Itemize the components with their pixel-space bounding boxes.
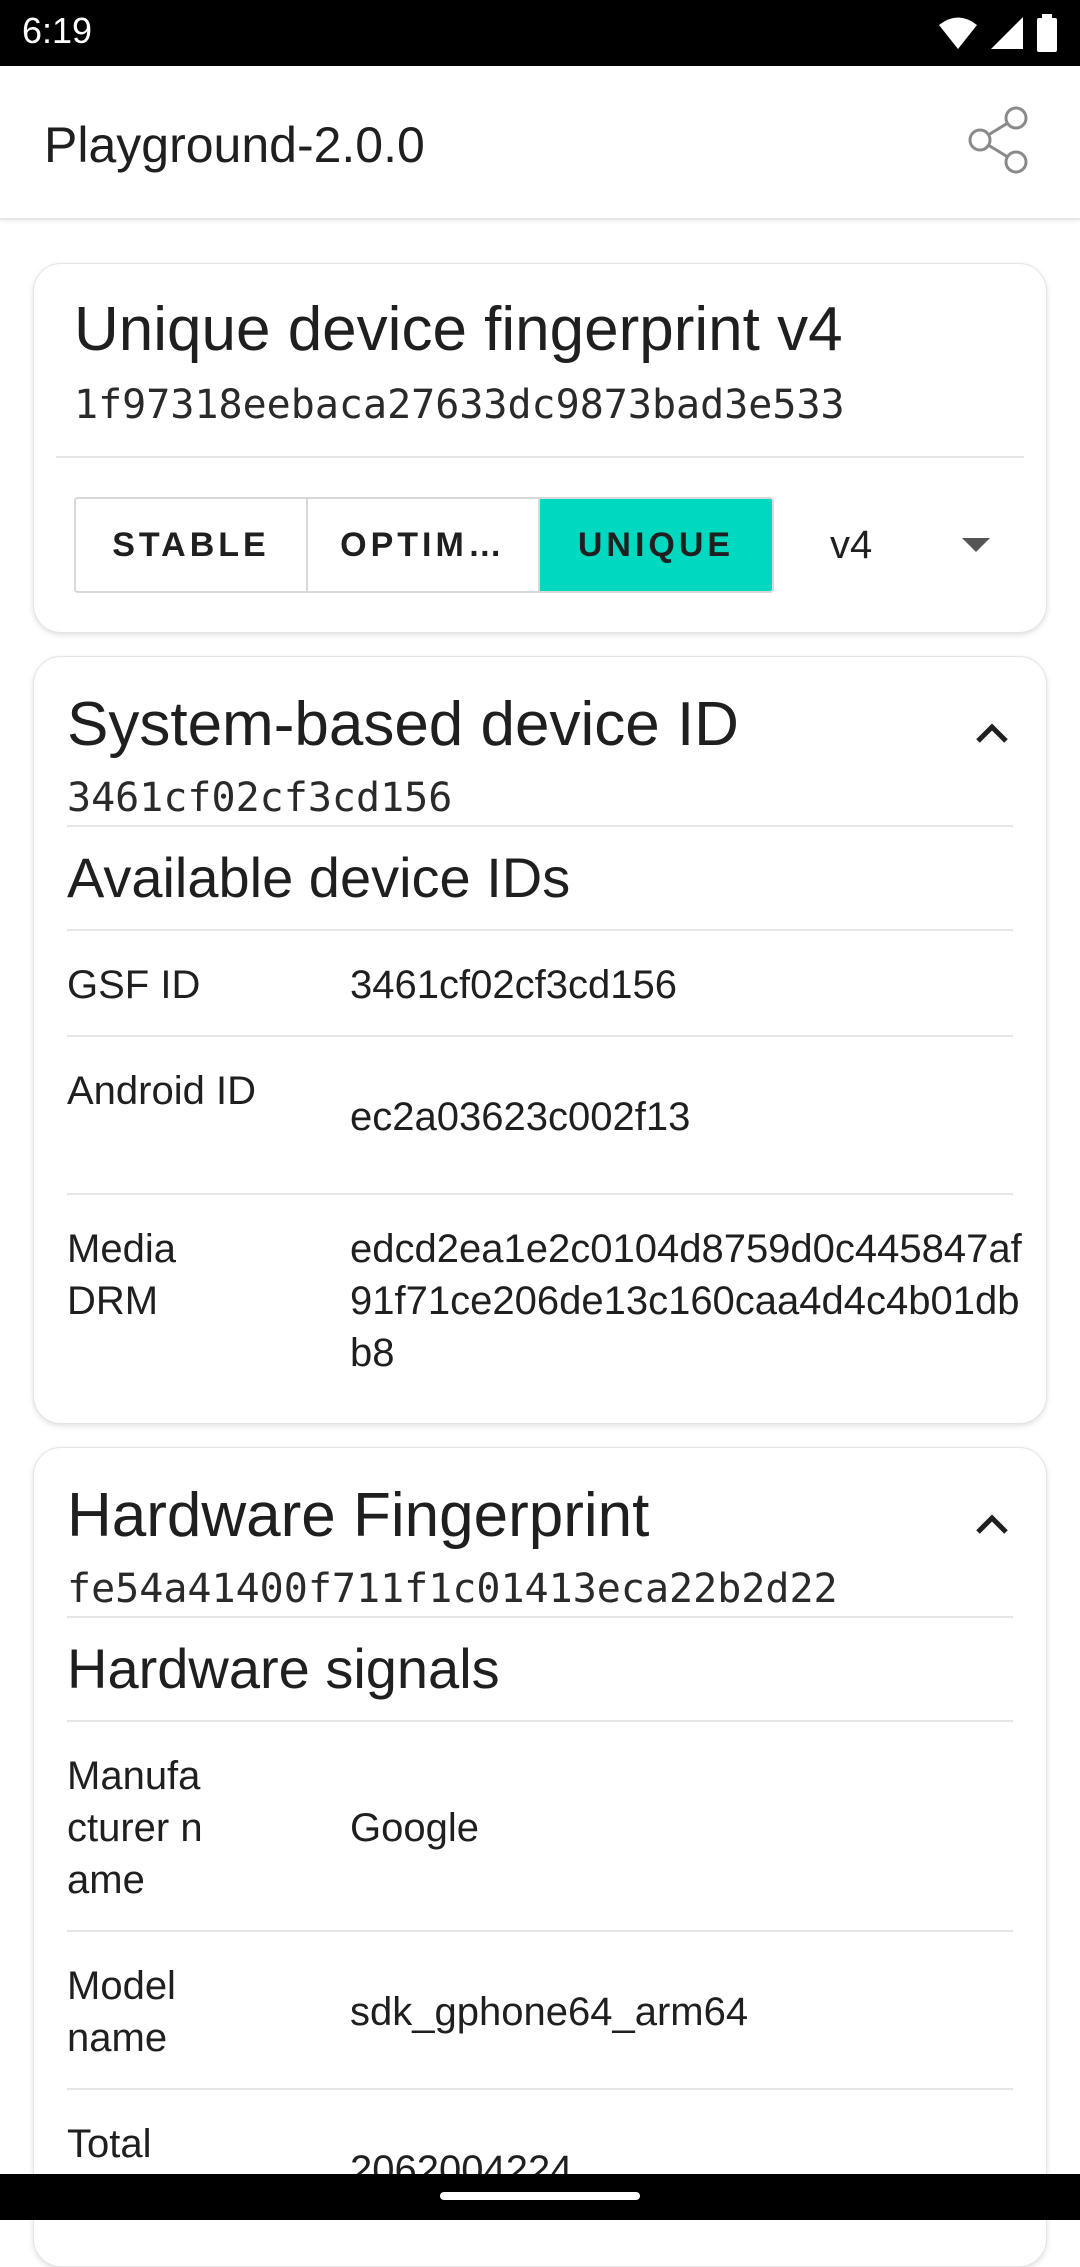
status-bar: 6:19 [0,0,1080,66]
row-value: edcd2ea1e2c0104d8759d0c445847af91f71ce20… [350,1227,1022,1375]
hardware-title: Hardware Fingerprint [67,1481,650,1550]
available-ids-title: Available device IDs [67,846,571,909]
row-value: 3461cf02cf3cd156 [350,963,677,1007]
row-label: Model name [67,1964,176,2060]
divider [67,1720,1013,1722]
share-button[interactable] [960,102,1036,178]
home-gesture-handle[interactable] [440,2192,640,2200]
app-title: Playground-2.0.0 [44,117,425,173]
hardware-hash: fe54a41400f711f1c01413eca22b2d22 [67,1566,838,1612]
fingerprint-type-toggle: STABLE OPTIM… UNIQUE [74,497,774,593]
divider [67,1193,1013,1195]
divider [67,1035,1013,1037]
row-label: Total [67,2122,152,2166]
divider [67,1616,1013,1618]
caret-down-icon [962,538,990,552]
row-value: Google [350,1806,479,1850]
status-icons [938,14,1058,52]
row-value: ec2a03623c002f13 [350,1095,691,1139]
row-label: GSF ID [67,963,201,1007]
system-id-card: System-based device ID 3461cf02cf3cd156 … [33,656,1047,1424]
system-id-hash: 3461cf02cf3cd156 [67,775,453,821]
hardware-card: Hardware Fingerprint fe54a41400f711f1c01… [33,1447,1047,2267]
divider [67,2088,1013,2090]
battery-icon [1037,14,1057,52]
status-time: 6:19 [22,10,93,51]
row-label: Android ID [67,1069,256,1113]
fingerprint-card: Unique device fingerprint v4 1f97318eeba… [33,263,1047,633]
row-value: sdk_gphone64_arm64 [350,1990,749,2034]
stable-button[interactable]: STABLE [76,499,308,591]
row-label: Media DRM [67,1227,176,1323]
hardware-signals-title: Hardware signals [67,1637,500,1700]
cell-signal-icon [991,17,1023,49]
unique-button[interactable]: UNIQUE [540,499,772,591]
wifi-icon [939,17,977,49]
version-dropdown[interactable]: v4 [790,497,1020,593]
app-bar: Playground-2.0.0 [0,66,1080,220]
system-id-title: System-based device ID [67,690,739,759]
divider [67,1930,1013,1932]
chevron-up-icon[interactable] [972,1504,1012,1544]
row-label: Manufacturer name [67,1754,203,1902]
share-icon [968,106,1028,174]
divider [67,929,1013,931]
fingerprint-title: Unique device fingerprint v4 [74,295,843,364]
version-value: v4 [830,522,873,567]
fingerprint-hash: 1f97318eebaca27633dc9873bad3e533 [74,382,845,428]
divider [56,456,1024,458]
chevron-up-icon[interactable] [972,713,1012,753]
navigation-bar [0,2174,1080,2220]
optimal-button[interactable]: OPTIM… [308,499,540,591]
divider [67,825,1013,827]
